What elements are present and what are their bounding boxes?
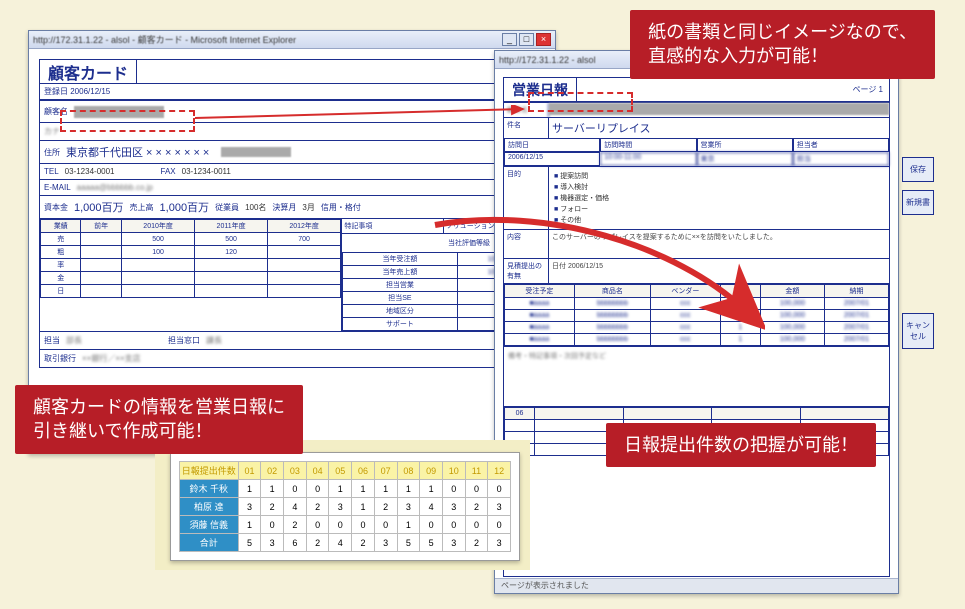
save-button[interactable]: 保存 (902, 157, 934, 182)
callout-top-right: 紙の書類と同じイメージなので、 直感的な入力が可能！ (630, 10, 935, 79)
doc-title-customer: 顧客カード (40, 60, 137, 83)
customer-name-label: 顧客名 (44, 106, 68, 117)
contact-value: 課長 (206, 335, 222, 346)
performance-table: 業績 前年 2010年度 2011年度 2012年度 売500500700 粗1… (40, 219, 341, 298)
pr1: 粗 (41, 246, 81, 259)
perf-c1: 前年 (81, 220, 121, 233)
addr-value: 東京都千代田区 × × × × × × × (66, 144, 209, 160)
fax-value: 03-1234-0011 (182, 167, 231, 176)
bank-value: ××銀行／××支店 (82, 353, 141, 364)
titlebar-text: http://172.31.1.22 - alsol - 顧客カード - Mic… (33, 33, 500, 46)
close-button[interactable]: × (536, 33, 551, 46)
side-buttons: 保存 新規書 キャンセル (902, 157, 934, 349)
perf-h0: 業績 (41, 220, 81, 233)
cancel-button[interactable]: キャンセル (902, 313, 934, 349)
reg-date-row: 登録日 2006/12/15 (40, 84, 544, 100)
pr3: 金 (41, 272, 81, 285)
credit-label: 信用・格付 (321, 202, 361, 213)
perf-c3: 2011年度 (195, 220, 267, 233)
email-value: aaaaa@bbbbbb.co.jp (77, 183, 153, 192)
tel-value: 03-1234-0001 (65, 167, 115, 176)
rc-row-name: 合計 (180, 534, 239, 552)
sales-label: 売上高 (130, 202, 154, 213)
cap-label: 資本金 (44, 202, 68, 213)
emp-value: 100名 (245, 202, 266, 213)
tel-label: TEL (44, 167, 59, 176)
bank-label: 取引銀行 (44, 353, 76, 364)
rep-label: 担当 (44, 335, 60, 346)
rc-row-name: 柏原 達 (180, 498, 239, 516)
perf-c2: 2010年度 (121, 220, 195, 233)
subject-value: サーバーリプレイス (549, 118, 889, 138)
rc-row-name: 鈴木 千秋 (180, 480, 239, 498)
new-button[interactable]: 新規書 (902, 190, 934, 215)
pr4: 日 (41, 285, 81, 298)
fy-label: 決算月 (272, 202, 296, 213)
callout-left: 顧客カードの情報を営業日報に 引き継いで作成可能！ (15, 385, 303, 454)
report-grid: 訪問日 訪問時間 営業所 担当者 2006/12/15 10:00-11:00 … (504, 138, 889, 166)
panel-report-count: 日報提出件数 01 02 03 04 05 06 07 08 09 10 11 … (170, 452, 520, 561)
emp-label: 従業員 (215, 202, 239, 213)
min-button[interactable]: _ (502, 33, 517, 46)
email-label: E-MAIL (44, 183, 71, 192)
memo-area: 備考・特記事項・次回予定など (504, 346, 889, 406)
doc-page: ページ 1 (846, 84, 889, 95)
fy-value: 3月 (302, 202, 314, 213)
pr2: 率 (41, 259, 81, 272)
rc-header: 日報提出件数 (180, 462, 239, 480)
callout-bottom-right: 日報提出件数の把握が可能！ (606, 423, 876, 467)
arrow-curve (425, 215, 765, 335)
addr-extra (221, 147, 291, 157)
report-count-table: 日報提出件数 01 02 03 04 05 06 07 08 09 10 11 … (179, 461, 511, 552)
customer-name-value (74, 106, 164, 118)
cap-value: 1,000百万 (74, 199, 124, 215)
fax-label: FAX (161, 167, 176, 176)
rep-value: 部長 (66, 335, 82, 346)
doc-title-report: 営業日報 (504, 78, 577, 101)
contact-label: 担当窓口 (168, 335, 200, 346)
rc-row-name: 須藤 信義 (180, 516, 239, 534)
arrow-link (195, 105, 530, 125)
sales-value: 1,000百万 (160, 199, 210, 215)
statusbar: ページが表示されました (495, 578, 898, 593)
perf-c4: 2012年度 (267, 220, 341, 233)
titlebar-customer: http://172.31.1.22 - alsol - 顧客カード - Mic… (29, 31, 555, 49)
addr-label: 住所 (44, 147, 60, 158)
max-button[interactable]: □ (519, 33, 534, 46)
customer-kana: カナ (44, 126, 124, 137)
report-customer-value (549, 103, 889, 115)
pr0: 売 (41, 233, 81, 246)
